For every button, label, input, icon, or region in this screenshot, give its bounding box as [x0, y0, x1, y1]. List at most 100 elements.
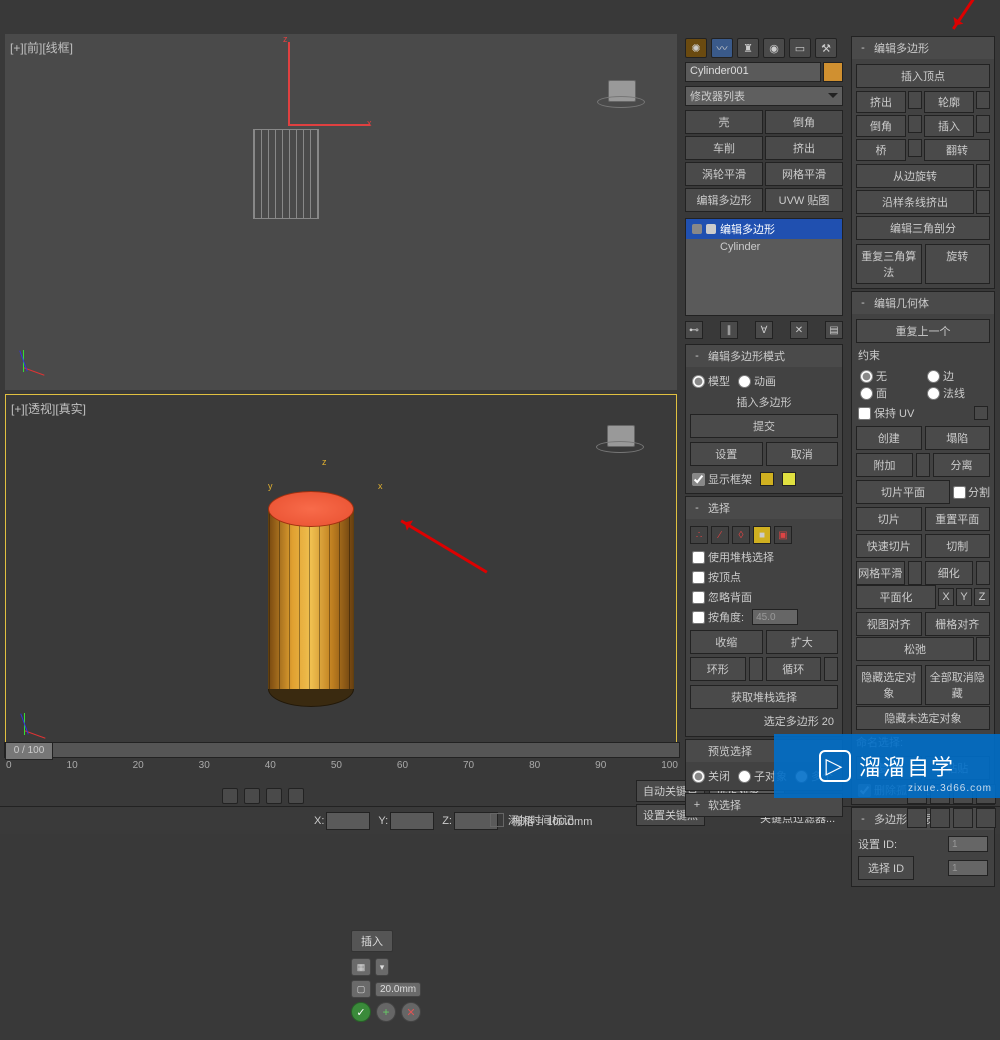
anim-radio[interactable]: 动画	[738, 373, 776, 389]
msmooth-settings-button[interactable]	[908, 561, 922, 585]
viewport-front[interactable]: [+][前][线框] x z	[5, 34, 677, 390]
rollout-header[interactable]: -编辑多边形	[852, 37, 994, 59]
extrude-button[interactable]: 挤出	[765, 136, 843, 160]
coord-x-field[interactable]	[326, 812, 370, 830]
stack-item-cylinder[interactable]: Cylinder	[686, 239, 842, 255]
constraint-face-radio[interactable]: 面	[860, 385, 919, 401]
cancel-button[interactable]: 取消	[766, 442, 839, 466]
tessellate-button[interactable]: 细化	[925, 561, 974, 585]
add-time-tag[interactable]: 添加时间标记	[490, 812, 574, 828]
attach-button[interactable]: 附加	[856, 453, 913, 477]
relax-settings-button[interactable]	[976, 637, 990, 661]
quickslice-button[interactable]: 快速切片	[856, 534, 922, 558]
viewport-perspective[interactable]: [+][透视][真实] y z x 插入 ▦ ▾ ▢ 20.0mm ✓	[5, 394, 677, 754]
extrude-spline-settings-button[interactable]	[976, 190, 990, 214]
ring-button[interactable]: 环形	[690, 657, 746, 681]
cage-color2[interactable]	[782, 472, 796, 486]
split-check[interactable]: 分割	[953, 480, 990, 504]
caddy-cancel-button[interactable]: ✕	[401, 1002, 421, 1022]
grid-align-button[interactable]: 栅格对齐	[925, 612, 991, 636]
slice-button[interactable]: 切片	[856, 507, 922, 531]
turbosmooth-button[interactable]: 涡轮平滑	[685, 162, 763, 186]
create-tab-icon[interactable]: ✺	[685, 38, 707, 58]
unhide-all-button[interactable]: 全部取消隐藏	[925, 665, 991, 705]
preview-off-radio[interactable]: 关闭	[692, 768, 730, 784]
key-tangent-icon[interactable]	[266, 788, 282, 804]
view-align-button[interactable]: 视图对齐	[856, 612, 922, 636]
preserve-uv-settings-button[interactable]	[974, 406, 988, 420]
constraint-none-radio[interactable]: 无	[860, 368, 919, 384]
rollout-header[interactable]: -选择	[686, 497, 842, 519]
msmooth-button[interactable]: 网格平滑	[856, 561, 905, 585]
planar-x-button[interactable]: X	[938, 588, 954, 606]
outline-button[interactable]: 轮廓	[924, 91, 974, 113]
bevel-button[interactable]: 倒角	[856, 115, 906, 137]
constraint-normal-radio[interactable]: 法线	[927, 385, 986, 401]
extrude-spline-button[interactable]: 沿样条线挤出	[856, 190, 974, 214]
border-mode-icon[interactable]: ◊	[732, 526, 750, 544]
inset-caddy[interactable]: 插入 ▦ ▾ ▢ 20.0mm ✓ + ✕	[351, 930, 421, 1040]
lathe-button[interactable]: 车削	[685, 136, 763, 160]
outline-settings-button[interactable]	[976, 91, 990, 109]
motion-tab-icon[interactable]: ◉	[763, 38, 785, 58]
chamfer-button[interactable]: 倒角	[765, 110, 843, 134]
remove-mod-icon[interactable]: ✕	[790, 321, 808, 339]
bevel-settings-button[interactable]	[908, 115, 922, 133]
turn-button[interactable]: 旋转	[925, 244, 991, 284]
editpoly-button[interactable]: 编辑多边形	[685, 188, 763, 212]
create-button[interactable]: 创建	[856, 426, 922, 450]
planar-y-button[interactable]: Y	[956, 588, 972, 606]
inset-settings-button[interactable]	[976, 115, 990, 133]
shrink-button[interactable]: 收缩	[690, 630, 763, 654]
cylinder-top-face[interactable]	[268, 491, 354, 527]
field-of-view-icon[interactable]	[953, 808, 973, 828]
select-id-button[interactable]: 选择 ID	[858, 856, 914, 880]
planar-z-button[interactable]: Z	[974, 588, 990, 606]
modifier-stack[interactable]: 编辑多边形 Cylinder	[685, 218, 843, 316]
viewport-label-front[interactable]: [+][前][线框]	[10, 39, 73, 56]
relax-button[interactable]: 松弛	[856, 637, 974, 661]
inset-type-dropdown[interactable]: ▾	[375, 958, 389, 976]
detach-button[interactable]: 分离	[933, 453, 990, 477]
hinge-settings-button[interactable]	[976, 164, 990, 188]
configure-icon[interactable]: ▤	[825, 321, 843, 339]
zoom-region-icon[interactable]	[930, 808, 950, 828]
modify-tab-icon[interactable]: 〰	[711, 38, 733, 58]
set-id-field[interactable]: 1	[948, 836, 988, 852]
utilities-tab-icon[interactable]: ⚒	[815, 38, 837, 58]
object-color-swatch[interactable]	[823, 62, 843, 82]
uvw-button[interactable]: UVW 贴图	[765, 188, 843, 212]
use-stack-sel-check[interactable]: 使用堆栈选择	[692, 549, 774, 565]
inset-button[interactable]: 插入	[924, 115, 974, 137]
cage-color1[interactable]	[760, 472, 774, 486]
vertex-mode-icon[interactable]: ∴	[690, 526, 708, 544]
cylinder-model[interactable]	[266, 491, 356, 701]
viewcube[interactable]	[597, 80, 647, 120]
commit-button[interactable]: 提交	[690, 414, 838, 438]
time-slider[interactable]: 0 / 100 0102030405060708090100	[4, 742, 680, 778]
make-unique-icon[interactable]: ∀	[755, 321, 773, 339]
planarize-button[interactable]: 平面化	[856, 585, 936, 609]
preserve-uv-check[interactable]: 保持 UV	[858, 405, 914, 421]
inset-amount-field[interactable]: 20.0mm	[375, 982, 421, 997]
settings-button[interactable]: 设置	[690, 442, 763, 466]
extrude-settings-button[interactable]	[908, 91, 922, 109]
loop-spinner[interactable]	[824, 657, 838, 681]
loop-button[interactable]: 循环	[766, 657, 822, 681]
caddy-apply-button[interactable]: +	[376, 1002, 396, 1022]
shell-button[interactable]: 壳	[685, 110, 763, 134]
flip-button[interactable]: 翻转	[924, 139, 990, 161]
rollout-header[interactable]: -编辑几何体	[852, 292, 994, 314]
coord-y-field[interactable]	[390, 812, 434, 830]
key-mode-icon[interactable]	[222, 788, 238, 804]
by-vertex-check[interactable]: 按顶点	[692, 569, 741, 585]
grow-button[interactable]: 扩大	[766, 630, 839, 654]
by-angle-check[interactable]: 按角度:	[692, 609, 744, 625]
polygon-mode-icon[interactable]: ■	[753, 526, 771, 544]
hide-sel-button[interactable]: 隐藏选定对象	[856, 665, 922, 705]
rollout-header[interactable]: -编辑多边形模式	[686, 345, 842, 367]
show-result-icon[interactable]: ∥	[720, 321, 738, 339]
constraint-edge-radio[interactable]: 边	[927, 368, 986, 384]
bridge-settings-button[interactable]	[908, 139, 922, 157]
edge-mode-icon[interactable]: ∕	[711, 526, 729, 544]
